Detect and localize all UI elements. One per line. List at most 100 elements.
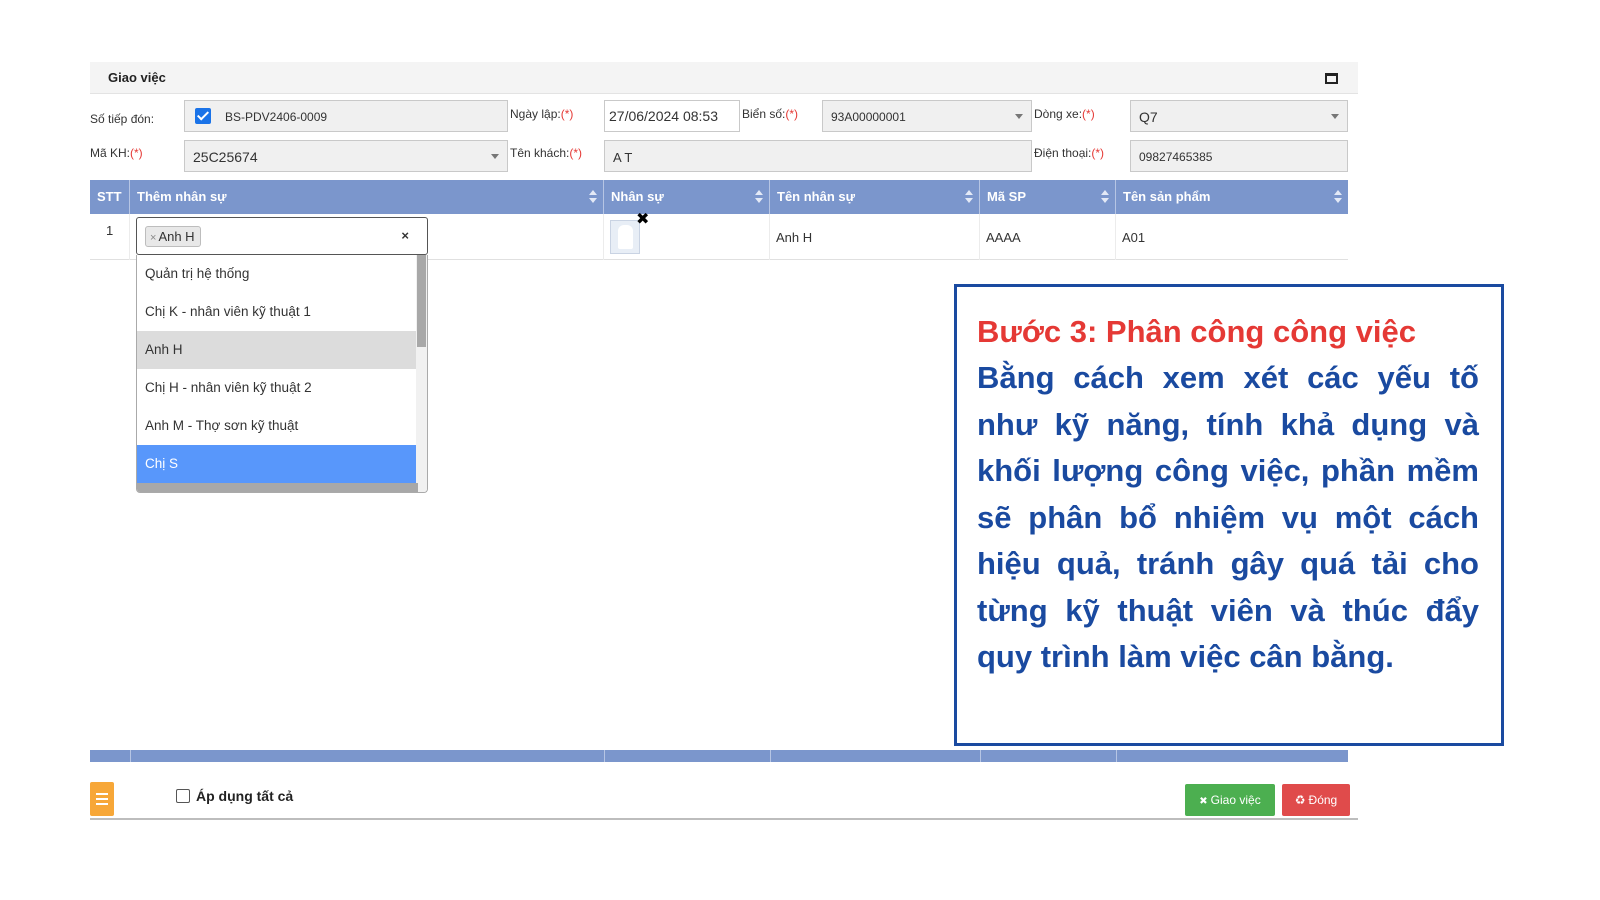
checkbox-checked-icon[interactable] xyxy=(195,108,211,124)
column-separator xyxy=(770,750,771,762)
cell-ma-sp: AAAA xyxy=(980,214,1116,260)
menu-line xyxy=(96,803,108,805)
ngay-lap-label-text: Ngày lập: xyxy=(510,107,561,121)
tag-label: Anh H xyxy=(158,229,195,244)
dropdown-scrollbar[interactable] xyxy=(416,255,427,492)
close-icon[interactable]: ✖ xyxy=(636,209,649,229)
ma-sp-value: AAAA xyxy=(986,230,1021,245)
ten-khach-label: Tên khách:(*) xyxy=(510,146,582,160)
dropdown-option[interactable]: Anh H xyxy=(137,331,418,369)
close-button[interactable]: ♻ Đóng xyxy=(1282,784,1350,816)
callout-body: Bằng cách xem xét các yếu tố như kỹ năng… xyxy=(977,360,1479,674)
required-mark: (*) xyxy=(1091,146,1105,160)
stt-value: 1 xyxy=(106,223,114,238)
th-ten-san-pham[interactable]: Tên sản phẩm xyxy=(1116,180,1348,214)
dropdown-hscrollbar[interactable] xyxy=(137,483,418,492)
ma-kh-label-text: Mã KH: xyxy=(90,146,131,160)
step-callout: Bước 3: Phân công công việc Bằng cách xe… xyxy=(954,284,1504,746)
dong-xe-value: Q7 xyxy=(1139,109,1158,125)
chevron-down-icon xyxy=(1015,114,1023,119)
assign-button[interactable]: ✖ Giao việc xyxy=(1185,784,1275,816)
window-title: Giao việc xyxy=(108,70,166,85)
staff-multiselect[interactable]: × Anh H × xyxy=(136,217,428,255)
dong-xe-label: Dòng xe:(*) xyxy=(1034,107,1095,121)
required-mark: (*) xyxy=(560,107,574,121)
ten-khach-value: A T xyxy=(613,150,633,165)
column-separator xyxy=(604,750,605,762)
bien-so-select[interactable]: 93A00000001 xyxy=(822,100,1032,132)
column-separator xyxy=(980,750,981,762)
th-them-nhan-su[interactable]: Thêm nhân sự xyxy=(130,180,604,214)
required-mark: (*) xyxy=(569,146,583,160)
bien-so-value: 93A00000001 xyxy=(831,110,906,124)
ngay-lap-input[interactable]: 27/06/2024 08:53 xyxy=(604,100,740,132)
dien-thoai-label-text: Điện thoại: xyxy=(1034,146,1092,160)
th-ten-nhan-su[interactable]: Tên nhân sự xyxy=(770,180,980,214)
apply-all-label: Áp dụng tất cả xyxy=(196,788,294,804)
th-nhan-su[interactable]: Nhân sự xyxy=(604,180,770,214)
sort-icon xyxy=(1101,190,1109,204)
checkbox-icon[interactable] xyxy=(176,789,190,803)
staff-dropdown: Quản trị hệ thống Chị K - nhân viên kỹ t… xyxy=(136,255,428,493)
close-button-label: Đóng xyxy=(1308,793,1338,807)
th-label: Thêm nhân sự xyxy=(137,189,227,204)
avatar-silhouette xyxy=(618,225,633,249)
required-mark: (*) xyxy=(785,107,799,121)
tag-remove-icon[interactable]: × xyxy=(150,232,156,244)
column-separator xyxy=(1116,750,1117,762)
dropdown-option[interactable]: Chị H - nhân viên kỹ thuật 2 xyxy=(137,369,418,407)
recycle-icon: ♻ xyxy=(1294,793,1306,807)
sort-icon xyxy=(965,190,973,204)
ngay-lap-value: 27/06/2024 08:53 xyxy=(609,108,718,124)
cell-ten-san-pham: A01 xyxy=(1116,214,1348,260)
ngay-lap-label: Ngày lập:(*) xyxy=(510,107,573,121)
th-ma-sp[interactable]: Mã SP xyxy=(980,180,1116,214)
cell-ten-nhan-su: Anh H xyxy=(770,214,980,260)
cell-nhan-su: ✖ xyxy=(604,211,770,260)
th-label: Tên sản phẩm xyxy=(1123,189,1211,204)
close-circle-icon: ✖ xyxy=(1199,796,1208,807)
chevron-down-icon xyxy=(491,154,499,159)
required-mark: (*) xyxy=(130,146,143,160)
th-label: Tên nhân sự xyxy=(777,189,856,204)
scrollbar-thumb[interactable] xyxy=(417,255,426,347)
th-label: Mã SP xyxy=(987,189,1027,204)
callout-heading: Bước 3: Phân công công việc xyxy=(977,314,1416,349)
table-footer-bar xyxy=(90,750,1348,762)
dropdown-option[interactable]: Anh M - Thợ sơn kỹ thuật xyxy=(137,407,418,445)
ten-khach-field[interactable]: A T xyxy=(604,140,1032,172)
ma-kh-label: Mã KH:(*) xyxy=(90,146,143,160)
dropdown-option[interactable]: Chị K - nhân viên kỹ thuật 1 xyxy=(137,293,418,331)
dien-thoai-field[interactable]: 09827465385 xyxy=(1130,140,1348,172)
menu-line xyxy=(96,798,108,800)
assign-button-label: Giao việc xyxy=(1210,793,1261,807)
maximize-icon[interactable] xyxy=(1325,73,1338,84)
dropdown-option-selected[interactable]: Chị S xyxy=(137,445,418,483)
column-separator xyxy=(130,750,131,762)
apply-all-checkbox[interactable]: Áp dụng tất cả xyxy=(176,788,293,804)
menu-icon[interactable] xyxy=(90,782,114,816)
so-tiep-don-value: BS-PDV2406-0009 xyxy=(225,110,328,124)
th-label: Nhân sự xyxy=(611,189,664,204)
table-header: STT Thêm nhân sự Nhân sự Tên nhân sự Mã … xyxy=(90,180,1348,214)
th-stt[interactable]: STT xyxy=(90,180,130,214)
chevron-down-icon xyxy=(1331,114,1339,119)
ma-kh-select[interactable]: 25C25674 xyxy=(184,140,508,172)
dong-xe-label-text: Dòng xe: xyxy=(1034,107,1083,121)
selected-staff-tag: × Anh H xyxy=(145,226,201,247)
sort-icon xyxy=(755,190,763,204)
ma-kh-value: 25C25674 xyxy=(193,149,258,165)
dropdown-option[interactable]: Quản trị hệ thống xyxy=(137,255,418,293)
ten-khach-label-text: Tên khách: xyxy=(510,146,570,160)
so-tiep-don-label: Số tiếp đón: xyxy=(90,112,155,126)
bottom-toolbar: Áp dụng tất cả ✖ Giao việc ♻ Đóng xyxy=(90,780,1358,820)
clear-icon[interactable]: × xyxy=(401,228,409,243)
ten-san-pham-value: A01 xyxy=(1122,230,1146,245)
sort-icon xyxy=(1334,190,1342,204)
required-mark: (*) xyxy=(1082,107,1095,121)
ten-nhan-su-value: Anh H xyxy=(776,230,813,245)
so-tiep-don-field[interactable]: BS-PDV2406-0009 xyxy=(184,100,508,132)
window-titlebar: Giao việc xyxy=(90,62,1358,94)
dien-thoai-label: Điện thoại:(*) xyxy=(1034,146,1104,160)
dong-xe-select[interactable]: Q7 xyxy=(1130,100,1348,132)
